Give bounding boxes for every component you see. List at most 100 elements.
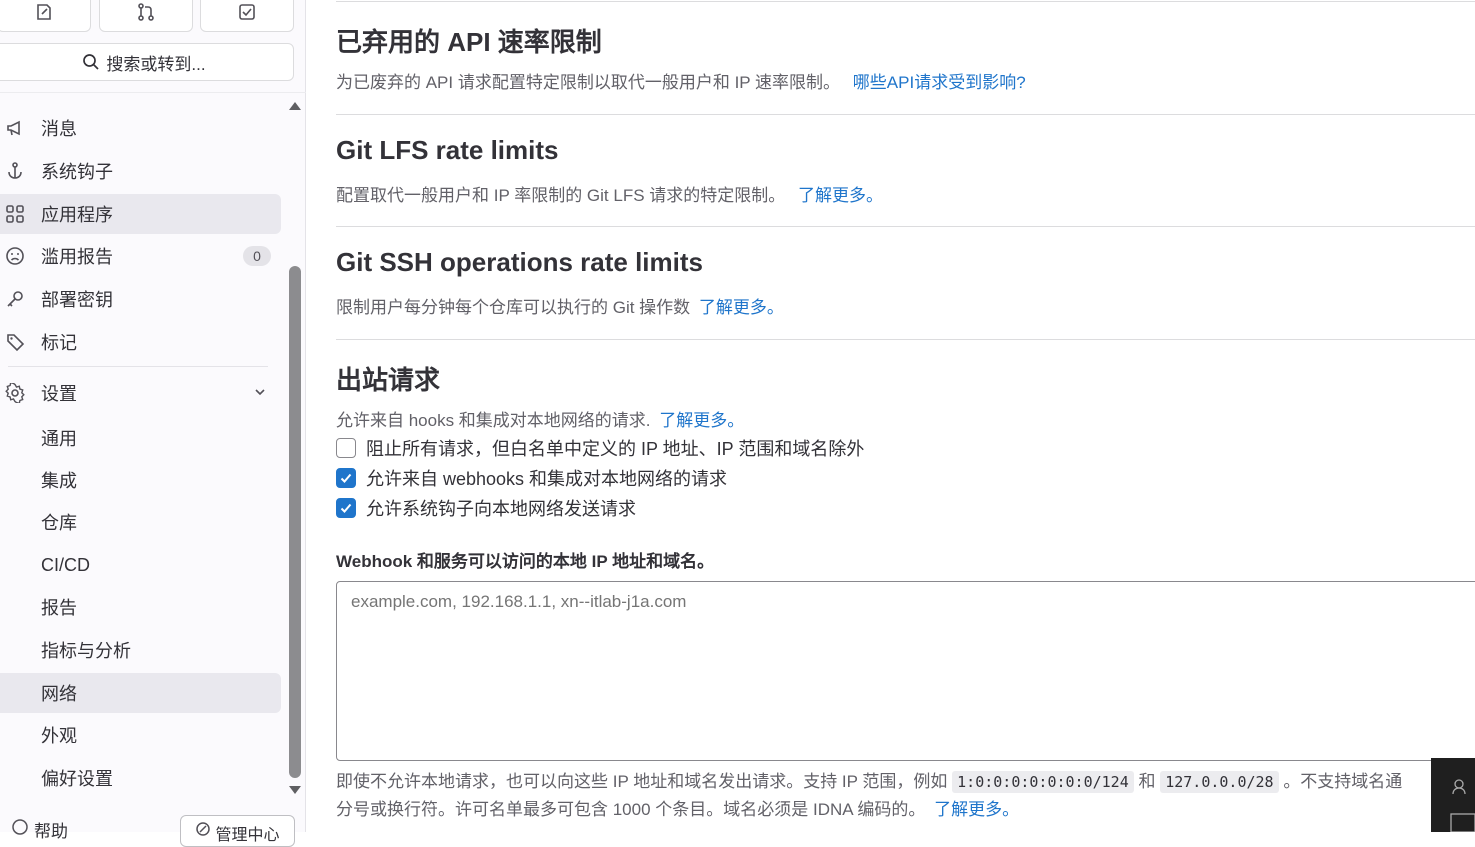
checkbox-row-allow-webhooks[interactable]: 允许来自 webhooks 和集成对本地网络的请求	[336, 465, 727, 491]
git-ssh-desc-text: 限制用户每分钟每个仓库可以执行的 Git 操作数	[336, 298, 691, 317]
todos-button[interactable]	[200, 0, 294, 32]
merge-request-icon	[138, 3, 154, 21]
sidebar-item-settings[interactable]: 设置	[0, 373, 281, 413]
admin-label: 管理中心	[215, 827, 280, 844]
help-label: 帮助	[34, 822, 68, 841]
sidebar-sub-item-preferences[interactable]: 偏好设置	[0, 758, 281, 798]
allow-webhooks-checkbox[interactable]	[336, 468, 356, 488]
allowlist-field-label: Webhook 和服务可以访问的本地 IP 地址和域名。	[336, 552, 715, 571]
sidebar-sub-item-general[interactable]: 通用	[0, 418, 281, 458]
user-icon	[1450, 779, 1475, 833]
sidebar-item-label: 消息	[41, 119, 77, 139]
git-lfs-learn-more-link[interactable]: 了解更多。	[798, 186, 883, 205]
sidebar-sub-item-appearance[interactable]: 外观	[0, 715, 281, 755]
allowlist-textarea[interactable]	[336, 581, 1475, 761]
sidebar-item-label: 设置	[41, 384, 77, 404]
help-icon	[12, 819, 28, 840]
section-divider	[336, 339, 1475, 340]
sidebar-item-label: 应用程序	[41, 205, 113, 225]
chevron-down-icon	[253, 383, 267, 404]
help-text-and: 和	[1138, 772, 1156, 791]
sidebar-separator	[0, 92, 306, 93]
allowlist-help-text: 即使不允许本地请求，也可以向这些 IP 地址和域名发出请求。支持 IP 范围，例…	[336, 768, 1475, 823]
help-text-part2: 。不支持域名通	[1283, 772, 1403, 791]
sidebar-sub-item-network[interactable]: 网络	[0, 673, 281, 713]
checkmark-icon	[340, 473, 352, 483]
scroll-up-arrow[interactable]	[289, 102, 301, 110]
section-divider	[336, 114, 1475, 115]
git-ssh-title: Git SSH operations rate limits	[336, 247, 703, 277]
deprecated-api-desc-text: 为已废弃的 API 请求配置特定限制以取代一般用户和 IP 速率限制。	[336, 73, 841, 92]
sidebar-item-abuse-reports[interactable]: 滥用报告 0	[0, 236, 281, 276]
checkbox-label: 阻止所有请求，但白名单中定义的 IP 地址、IP 范围和域名除外	[366, 439, 865, 459]
checkbox-label: 允许来自 webhooks 和集成对本地网络的请求	[366, 469, 728, 489]
megaphone-icon	[4, 117, 26, 139]
gear-icon	[4, 382, 26, 404]
git-lfs-description: 配置取代一般用户和 IP 率限制的 Git LFS 请求的特定限制。 了解更多。	[336, 181, 883, 206]
sidebar-footer: 帮助 管理中心	[0, 812, 306, 847]
allowlist-learn-more-link[interactable]: 了解更多。	[934, 800, 1019, 819]
checkbox-row-deny-all[interactable]: 阻止所有请求，但白名单中定义的 IP 地址、IP 范围和域名除外	[336, 435, 864, 461]
checkmark-icon	[340, 503, 352, 513]
floating-widget[interactable]	[1431, 758, 1475, 833]
outbound-title: 出站请求	[336, 365, 441, 395]
section-divider	[336, 226, 1475, 227]
sidebar-item-deploy-keys[interactable]: 部署密钥	[0, 279, 281, 319]
git-lfs-title: Git LFS rate limits	[336, 135, 559, 165]
outbound-learn-more-link[interactable]: 了解更多。	[659, 411, 744, 430]
scroll-down-arrow[interactable]	[289, 786, 301, 794]
label-icon	[4, 331, 26, 353]
main-content: 已弃用的 API 速率限制 为已废弃的 API 请求配置特定限制以取代一般用户和…	[306, 0, 1475, 832]
sidebar-item-system-hooks[interactable]: 系统钩子	[0, 151, 281, 191]
key-icon	[4, 288, 26, 310]
sidebar-sub-item-cicd[interactable]: CI/CD	[0, 545, 281, 585]
sidebar-item-label: 系统钩子	[41, 162, 113, 182]
todo-icon	[239, 4, 255, 20]
outbound-description: 允许来自 hooks 和集成对本地网络的请求. 了解更多。	[336, 406, 744, 431]
allow-system-hooks-checkbox[interactable]	[336, 498, 356, 518]
search-label: 搜索或转到...	[106, 54, 206, 74]
section-divider	[336, 1, 1475, 2]
checkbox-label: 允许系统钩子向本地网络发送请求	[366, 499, 636, 519]
ipv6-range-example: 1:0:0:0:0:0:0:0/124	[952, 771, 1134, 793]
help-button[interactable]: 帮助	[12, 817, 68, 842]
sidebar-item-applications[interactable]: 应用程序	[0, 194, 281, 234]
search-icon	[83, 54, 100, 70]
sidebar-item-label: 部署密钥	[41, 290, 113, 310]
search-button[interactable]: 搜索或转到...	[0, 43, 294, 81]
sidebar-divider	[8, 366, 268, 367]
checkbox-row-allow-system-hooks[interactable]: 允许系统钩子向本地网络发送请求	[336, 495, 636, 521]
sidebar-sub-item-repository[interactable]: 仓库	[0, 502, 281, 542]
abuse-icon	[4, 245, 26, 267]
sidebar: 搜索或转到... 消息 系统钩子 应用程序 滥用报告 0 部署密钥 标记 设置 …	[0, 0, 306, 847]
sidebar-item-label: 滥用报告	[41, 247, 113, 267]
help-text-line2-text: 分号或换行符。许可名单最多可包含 1000 个条目。域名必须是 IDNA 编码的…	[336, 800, 926, 819]
outbound-desc-text: 允许来自 hooks 和集成对本地网络的请求.	[336, 411, 651, 430]
sidebar-sub-item-metrics[interactable]: 指标与分析	[0, 630, 281, 670]
ipv4-range-example: 127.0.0.0/28	[1160, 771, 1279, 793]
sidebar-scrollbar-thumb[interactable]	[289, 266, 301, 778]
git-ssh-description: 限制用户每分钟每个仓库可以执行的 Git 操作数 了解更多。	[336, 293, 784, 318]
help-text-line-1: 即使不允许本地请求，也可以向这些 IP 地址和域名发出请求。支持 IP 范围，例…	[336, 768, 1475, 796]
sidebar-item-messages[interactable]: 消息	[0, 108, 281, 148]
issues-icon	[37, 4, 51, 20]
deprecated-api-link[interactable]: 哪些API请求受到影响?	[853, 73, 1026, 92]
sidebar-sub-item-integrations[interactable]: 集成	[0, 460, 281, 500]
admin-area-button[interactable]: 管理中心	[180, 815, 295, 847]
issues-button[interactable]	[0, 0, 91, 32]
sidebar-sub-item-reporting[interactable]: 报告	[0, 587, 281, 627]
help-text-part1: 即使不允许本地请求，也可以向这些 IP 地址和域名发出请求。支持 IP 范围，例…	[336, 772, 948, 791]
git-ssh-learn-more-link[interactable]: 了解更多。	[699, 298, 784, 317]
help-text-line-2: 分号或换行符。许可名单最多可包含 1000 个条目。域名必须是 IDNA 编码的…	[336, 796, 1475, 823]
sidebar-item-label: 标记	[41, 333, 77, 353]
sidebar-item-labels[interactable]: 标记	[0, 322, 281, 362]
merge-requests-button[interactable]	[99, 0, 193, 32]
sidebar-top-actions	[0, 0, 306, 32]
deprecated-api-title: 已弃用的 API 速率限制	[336, 27, 602, 57]
git-lfs-desc-text: 配置取代一般用户和 IP 率限制的 Git LFS 请求的特定限制。	[336, 186, 786, 205]
count-badge: 0	[243, 246, 271, 266]
deny-all-checkbox[interactable]	[336, 438, 356, 458]
deprecated-api-description: 为已废弃的 API 请求配置特定限制以取代一般用户和 IP 速率限制。 哪些AP…	[336, 68, 1026, 93]
applications-icon	[4, 203, 26, 225]
anchor-icon	[4, 160, 26, 182]
